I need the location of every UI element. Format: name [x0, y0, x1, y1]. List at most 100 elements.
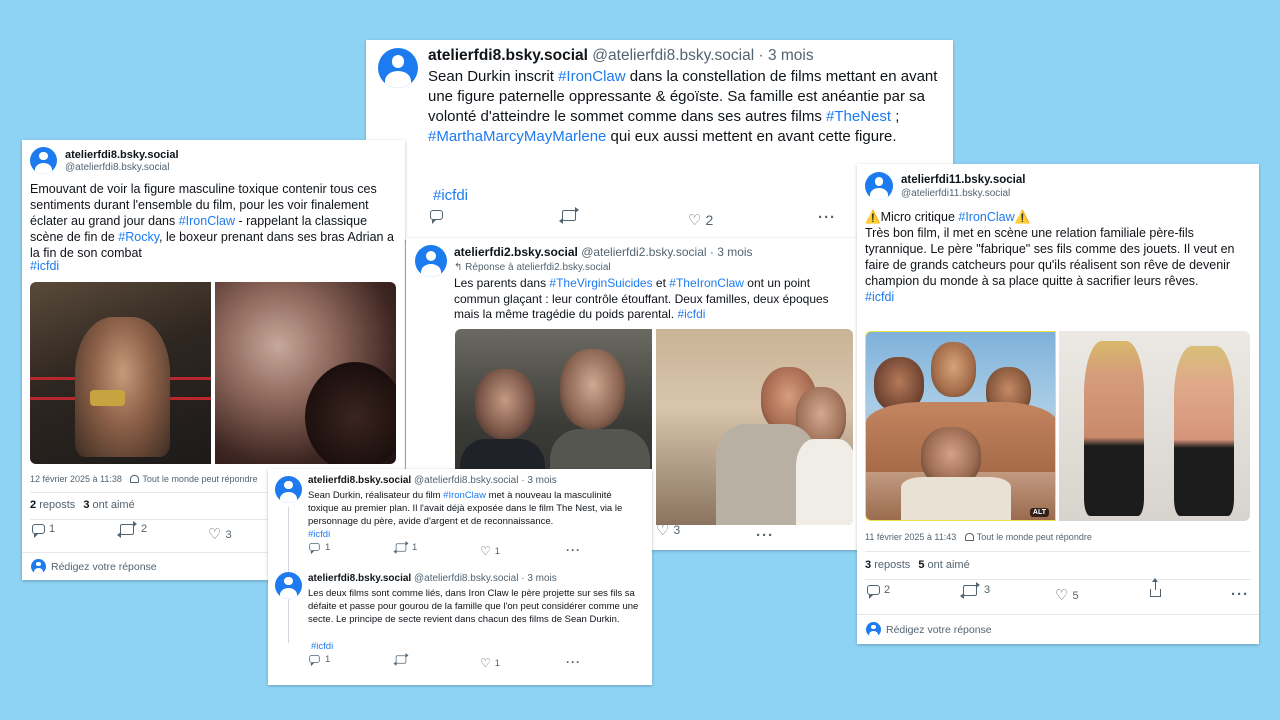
hashtag-link[interactable]: #TheNest: [826, 108, 891, 125]
more-options-button[interactable]: ···: [566, 544, 581, 556]
post-date: 11 février 2025 à 11:43: [865, 532, 957, 542]
more-options-button[interactable]: ···: [818, 210, 836, 225]
warning-icon: ⚠️: [865, 210, 881, 224]
reposts-link[interactable]: 3 reposts: [865, 559, 910, 571]
hashtag-link[interactable]: #icfdi: [308, 529, 330, 540]
repost-button[interactable]: 1: [393, 540, 417, 554]
more-options-button[interactable]: ···: [566, 656, 581, 668]
more-options-button[interactable]: ···: [1231, 587, 1249, 602]
hashtag-link[interactable]: #TheIronClaw: [669, 276, 744, 290]
heart-icon: ♡: [480, 544, 491, 558]
post-date: 12 février 2025 à 11:38: [30, 474, 122, 484]
share-button[interactable]: [1150, 577, 1161, 597]
more-icon: ···: [566, 655, 581, 669]
author-display-name[interactable]: atelierfdi11.bsky.social: [901, 174, 1025, 186]
heart-icon: ♡: [480, 656, 491, 670]
likes-link[interactable]: 3 ont aimé: [83, 499, 134, 511]
hashtag-link[interactable]: #IronClaw: [443, 490, 486, 501]
repost-icon: [393, 652, 409, 666]
people-icon: [964, 533, 974, 541]
more-icon: ···: [818, 209, 836, 226]
hashtag-link[interactable]: #MarthaMarcyMayMarlene: [428, 128, 606, 145]
avatar[interactable]: [275, 476, 302, 503]
reply-icon: [32, 524, 45, 538]
hashtag-link[interactable]: #icfdi: [677, 307, 705, 321]
author-display-name[interactable]: atelierfdi8.bsky.social: [308, 475, 411, 486]
reply-context[interactable]: ↰ Réponse à atelierfdi2.bsky.social: [454, 262, 611, 273]
hashtag-link[interactable]: #icfdi: [311, 641, 333, 652]
avatar[interactable]: [378, 48, 418, 88]
heart-icon: ♡: [656, 521, 670, 539]
more-icon: ···: [1231, 586, 1249, 603]
photo-wrestler-figurines[interactable]: [1059, 331, 1250, 521]
reply-button[interactable]: 1: [32, 523, 55, 538]
like-button[interactable]: ♡ 1: [480, 545, 500, 557]
avatar: [866, 622, 881, 637]
reply-input[interactable]: Rédigez votre réponse: [51, 561, 157, 573]
like-button[interactable]: ♡ 2: [688, 212, 713, 228]
like-button[interactable]: ♡ 5: [1055, 588, 1079, 603]
heart-icon: ♡: [208, 526, 222, 543]
author-handle[interactable]: @atelierfdi11.bsky.social: [901, 188, 1010, 199]
post-age: · 3 mois: [758, 47, 814, 64]
repost-button[interactable]: 2: [117, 520, 147, 538]
author-handle[interactable]: @atelierfdi8.bsky.social: [65, 162, 169, 173]
author-handle[interactable]: @atelierfdi8.bsky.social: [414, 475, 518, 486]
reply-icon: [309, 655, 320, 667]
collage-background: { "post_top": { "display": "atelierfdi8.…: [0, 0, 1280, 720]
post-age: · 3 mois: [709, 245, 753, 259]
hashtag-link[interactable]: #icfdi: [433, 187, 468, 204]
likes-link[interactable]: 5 ont aimé: [918, 559, 969, 571]
post-age: · 3 mois: [521, 475, 557, 486]
reply-arrow-icon: ↰: [454, 262, 466, 273]
hashtag-link[interactable]: #IronClaw: [179, 214, 235, 228]
hashtag-link[interactable]: #IronClaw: [558, 68, 626, 85]
author-display-name[interactable]: atelierfdi8.bsky.social: [65, 149, 179, 161]
reply-icon: [867, 585, 880, 599]
reply-input[interactable]: Rédigez votre réponse: [886, 624, 992, 636]
avatar[interactable]: [275, 572, 302, 599]
post-age: · 3 mois: [521, 573, 557, 584]
hashtag-link[interactable]: #Rocky: [118, 230, 159, 244]
repost-button[interactable]: [393, 652, 409, 666]
avatar[interactable]: [30, 147, 57, 174]
hashtag-link[interactable]: #icfdi: [865, 289, 1253, 305]
reply-button[interactable]: [430, 210, 443, 224]
avatar[interactable]: [415, 245, 447, 277]
repost-icon: [960, 581, 980, 599]
hashtag-link[interactable]: #icfdi: [30, 259, 59, 273]
author-handle[interactable]: @atelierfdi8.bsky.social: [592, 47, 754, 64]
like-button[interactable]: ♡ 3: [208, 527, 232, 542]
thread-card-bottom[interactable]: atelierfdi8.bsky.social @atelierfdi8.bsk…: [268, 469, 652, 685]
photo-wrestling-hug[interactable]: [30, 282, 211, 464]
author-display-name[interactable]: atelierfdi8.bsky.social: [428, 47, 588, 64]
reposts-link[interactable]: 2 reposts: [30, 499, 75, 511]
heart-icon: ♡: [1055, 587, 1069, 604]
reply-button[interactable]: 2: [867, 584, 890, 599]
author-display-name[interactable]: atelierfdi8.bsky.social: [308, 573, 411, 584]
photo-rocky-embrace[interactable]: [215, 282, 396, 464]
author-handle[interactable]: @atelierfdi8.bsky.social: [414, 573, 518, 584]
more-icon: ···: [756, 527, 774, 544]
repost-button[interactable]: [559, 206, 579, 224]
reply-button[interactable]: 1: [308, 542, 330, 555]
post-text: Les deux films sont comme liés, dans Iro…: [308, 588, 639, 625]
more-icon: ···: [566, 543, 581, 557]
post-text: Emouvant de voir la figure masculine tox…: [30, 182, 394, 260]
author-handle[interactable]: @atelierfdi2.bsky.social: [581, 245, 706, 259]
reply-button[interactable]: 1: [308, 654, 330, 667]
reply-audience: Tout le monde peut répondre: [976, 532, 1092, 542]
post-card-right[interactable]: atelierfdi11.bsky.social @atelierfdi11.b…: [857, 164, 1259, 644]
repost-button[interactable]: 3: [960, 581, 990, 599]
more-options-button[interactable]: ···: [756, 528, 774, 543]
like-button[interactable]: ♡ 1: [480, 657, 500, 669]
avatar[interactable]: [865, 172, 893, 200]
hashtag-link[interactable]: #TheVirginSuicides: [549, 276, 652, 290]
author-display-name[interactable]: atelierfdi2.bsky.social: [454, 245, 578, 259]
photo-iron-claw-parents[interactable]: [656, 329, 853, 525]
hashtag-link[interactable]: #IronClaw: [958, 210, 1014, 224]
photo-von-erich-family[interactable]: ALT: [865, 331, 1056, 521]
like-button[interactable]: ♡ 3: [656, 523, 680, 538]
alt-text-badge[interactable]: ALT: [1029, 508, 1049, 517]
share-icon: [1150, 577, 1161, 597]
